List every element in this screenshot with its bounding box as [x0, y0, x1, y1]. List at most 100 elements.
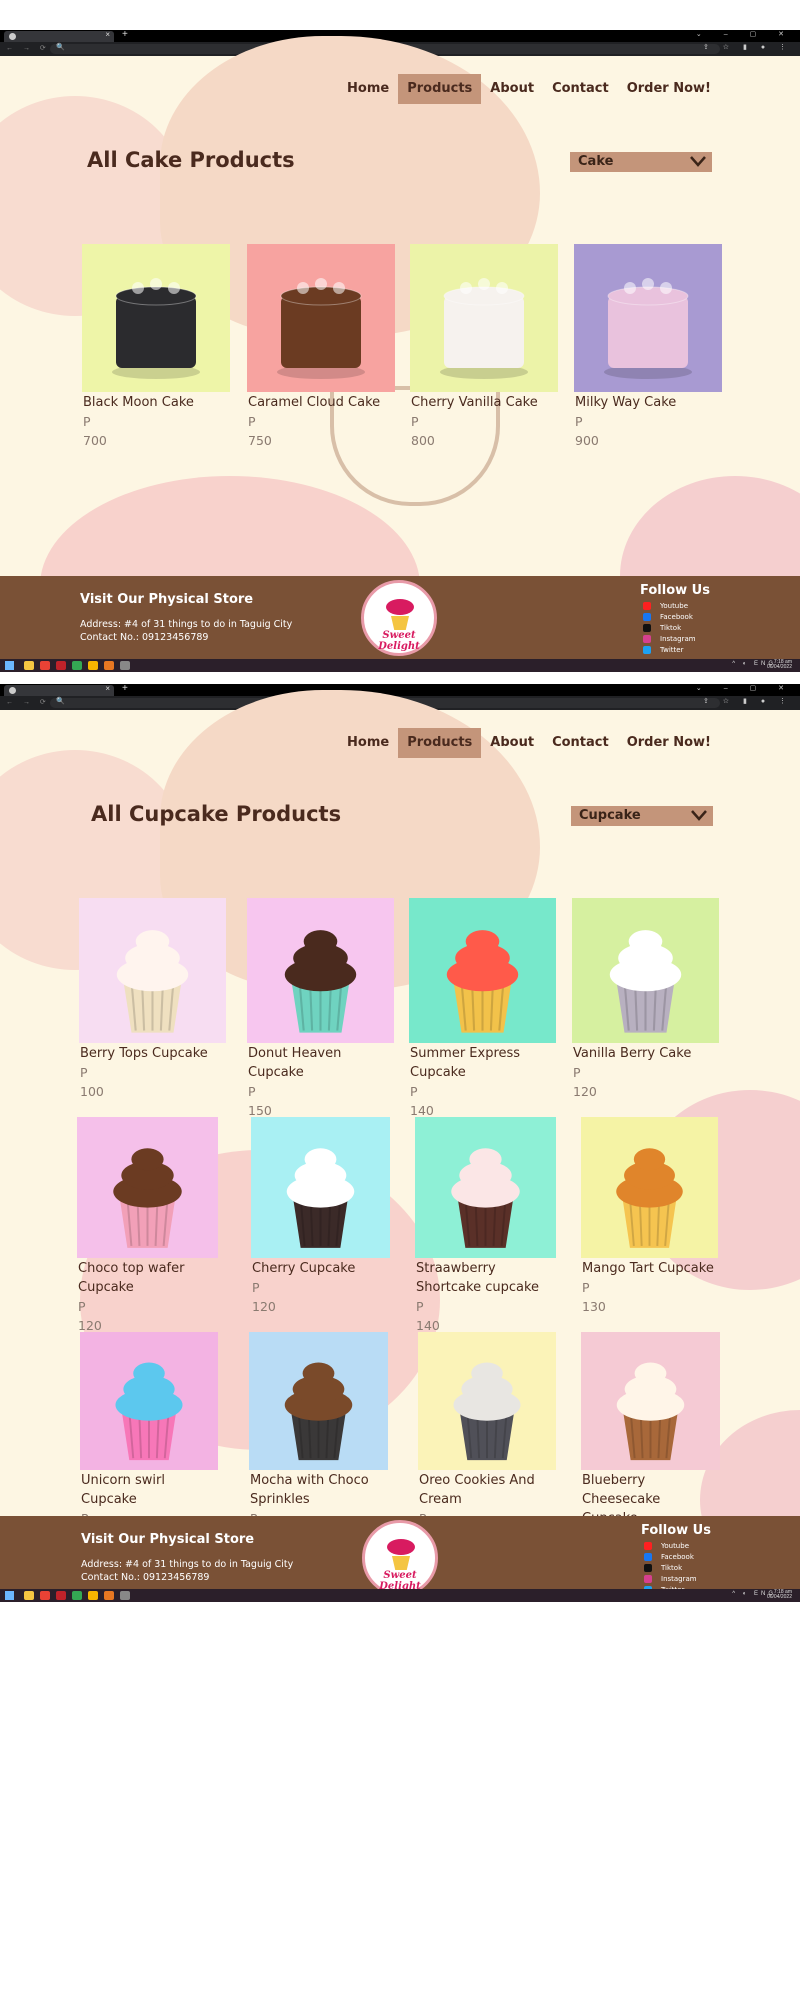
cupcake-page-window: × + ⌄ – ▢ ✕ ← → ⟳ 🔍 ⇪ ☆ ▮ ● ⋮ Home Produ…	[0, 684, 800, 1602]
browser-toolbar-icons[interactable]: ⇪ ☆ ▮ ● ⋮	[703, 43, 792, 51]
social-facebook[interactable]: Facebook	[644, 1553, 694, 1561]
cupcake-image[interactable]	[581, 1117, 718, 1258]
cake-page-window: × + ⌄ – ▢ ✕ ← → ⟳ 🔍 ⇪ ☆ ▮ ● ⋮ Home Produ…	[0, 30, 800, 672]
search-icon: 🔍	[56, 44, 65, 51]
new-tab-button[interactable]: +	[122, 684, 128, 694]
cupcake-image[interactable]	[572, 898, 719, 1043]
nav-about[interactable]: About	[481, 74, 543, 104]
cake-name: Caramel Cloud Cake	[248, 395, 381, 410]
clock-date: 06/04/2022	[766, 664, 792, 670]
cupcake-price: P 120	[573, 1065, 597, 1099]
social-facebook[interactable]: Facebook	[643, 613, 693, 621]
nav-contact[interactable]: Contact	[543, 74, 618, 104]
file-explorer-icon[interactable]	[24, 1591, 34, 1600]
app-icon[interactable]	[72, 1591, 82, 1600]
window-controls[interactable]: ⌄ – ▢ ✕	[696, 30, 794, 38]
nav-order-now[interactable]: Order Now!	[618, 728, 720, 758]
cake-page: Home Products About Contact Order Now! A…	[0, 36, 800, 672]
browser-nav-buttons[interactable]: ← → ⟳	[6, 698, 50, 706]
cupcake-image[interactable]	[247, 898, 394, 1043]
main-nav: Home Products About Contact Order Now!	[338, 74, 720, 104]
clock-date: 06/04/2022	[766, 1594, 792, 1600]
windows-start-icon[interactable]	[5, 1591, 14, 1600]
nav-contact[interactable]: Contact	[543, 728, 618, 758]
social-label: Instagram	[660, 635, 696, 643]
app-icon[interactable]	[88, 661, 98, 670]
cupcake-name: Cherry Cupcake	[252, 1261, 356, 1276]
clock[interactable]: 7:18 am 06/04/2022	[767, 660, 792, 670]
cupcake-image[interactable]	[581, 1332, 720, 1470]
cake-image[interactable]	[410, 244, 558, 392]
social-instagram[interactable]: Instagram	[643, 635, 696, 643]
social-youtube[interactable]: Youtube	[643, 602, 688, 610]
nav-home[interactable]: Home	[338, 74, 398, 104]
cupcake-image[interactable]	[251, 1117, 390, 1258]
nav-products[interactable]: Products	[398, 74, 482, 104]
category-dropdown[interactable]: Cupcake	[571, 806, 713, 826]
cake-image[interactable]	[247, 244, 395, 392]
chrome-icon[interactable]	[40, 1591, 50, 1600]
page-title: All Cupcake Products	[91, 802, 342, 826]
nav-home[interactable]: Home	[338, 728, 398, 758]
social-tiktok[interactable]: Tiktok	[644, 1564, 682, 1572]
cupcake-image[interactable]	[415, 1117, 556, 1258]
brand-logo: Sweet Delight	[361, 580, 437, 656]
app-icon[interactable]	[56, 661, 66, 670]
app-icon[interactable]	[104, 1591, 114, 1600]
social-instagram[interactable]: Instagram	[644, 1575, 697, 1583]
tab-close-icon[interactable]: ×	[105, 684, 110, 693]
cupcake-name: Oreo Cookies And Cream	[419, 1473, 535, 1507]
store-title: Visit Our Physical Store	[81, 1532, 255, 1547]
social-tiktok[interactable]: Tiktok	[643, 624, 681, 632]
nav-about[interactable]: About	[481, 728, 543, 758]
social-youtube[interactable]: Youtube	[644, 1542, 689, 1550]
app-icon[interactable]	[56, 1591, 66, 1600]
cake-image[interactable]	[574, 244, 722, 392]
cake-image[interactable]	[82, 244, 230, 392]
browser-tab[interactable]: ×	[4, 30, 114, 42]
page-title: All Cake Products	[87, 148, 295, 172]
new-tab-button[interactable]: +	[122, 30, 128, 40]
category-dropdown[interactable]: Cake	[570, 152, 712, 172]
youtube-icon	[643, 602, 651, 610]
store-title: Visit Our Physical Store	[80, 592, 254, 607]
taskbar: ^ ◐ ENG 7:18 am 06/04/2022	[0, 1589, 800, 1602]
app-icon[interactable]	[104, 661, 114, 670]
cupcake-name: Vanilla Berry Cake	[573, 1046, 692, 1061]
cupcake-image[interactable]	[418, 1332, 556, 1470]
cupcake-image[interactable]	[409, 898, 556, 1043]
nav-order-now[interactable]: Order Now!	[618, 74, 720, 104]
windows-start-icon[interactable]	[5, 661, 14, 670]
window-controls[interactable]: ⌄ – ▢ ✕	[696, 684, 794, 692]
browser-toolbar-icons[interactable]: ⇪ ☆ ▮ ● ⋮	[703, 697, 792, 705]
youtube-icon	[644, 1542, 652, 1550]
browser-nav-buttons[interactable]: ← → ⟳	[6, 44, 50, 52]
clock[interactable]: 7:18 am 06/04/2022	[767, 1590, 792, 1600]
cupcake-image[interactable]	[79, 898, 226, 1043]
chrome-icon[interactable]	[40, 661, 50, 670]
twitter-icon	[643, 646, 651, 654]
cupcake-image[interactable]	[249, 1332, 388, 1470]
footer: Visit Our Physical Store Address: #4 of …	[0, 1516, 800, 1600]
app-icon[interactable]	[120, 661, 130, 670]
cupcake-price: P 120	[78, 1299, 102, 1333]
cupcake-name: Donut Heaven Cupcake	[248, 1046, 342, 1080]
app-icon[interactable]	[72, 661, 82, 670]
cupcake-image[interactable]	[77, 1117, 218, 1258]
file-explorer-icon[interactable]	[24, 661, 34, 670]
cupcake-image[interactable]	[80, 1332, 218, 1470]
cupcake-price: P 130	[582, 1280, 606, 1314]
social-label: Twitter	[660, 646, 684, 654]
social-twitter[interactable]: Twitter	[643, 646, 683, 654]
cupcake-name: Straawberry Shortcake cupcake	[416, 1261, 540, 1295]
app-icon[interactable]	[88, 1591, 98, 1600]
chevron-down-icon	[690, 156, 706, 167]
social-label: Tiktok	[660, 624, 682, 632]
main-nav: Home Products About Contact Order Now!	[338, 728, 720, 758]
browser-tab[interactable]: ×	[4, 684, 114, 696]
tab-close-icon[interactable]: ×	[105, 30, 110, 39]
cake-price: P 700	[83, 414, 107, 448]
cupcake-price: P 120	[252, 1280, 276, 1314]
app-icon[interactable]	[120, 1591, 130, 1600]
nav-products[interactable]: Products	[398, 728, 482, 758]
